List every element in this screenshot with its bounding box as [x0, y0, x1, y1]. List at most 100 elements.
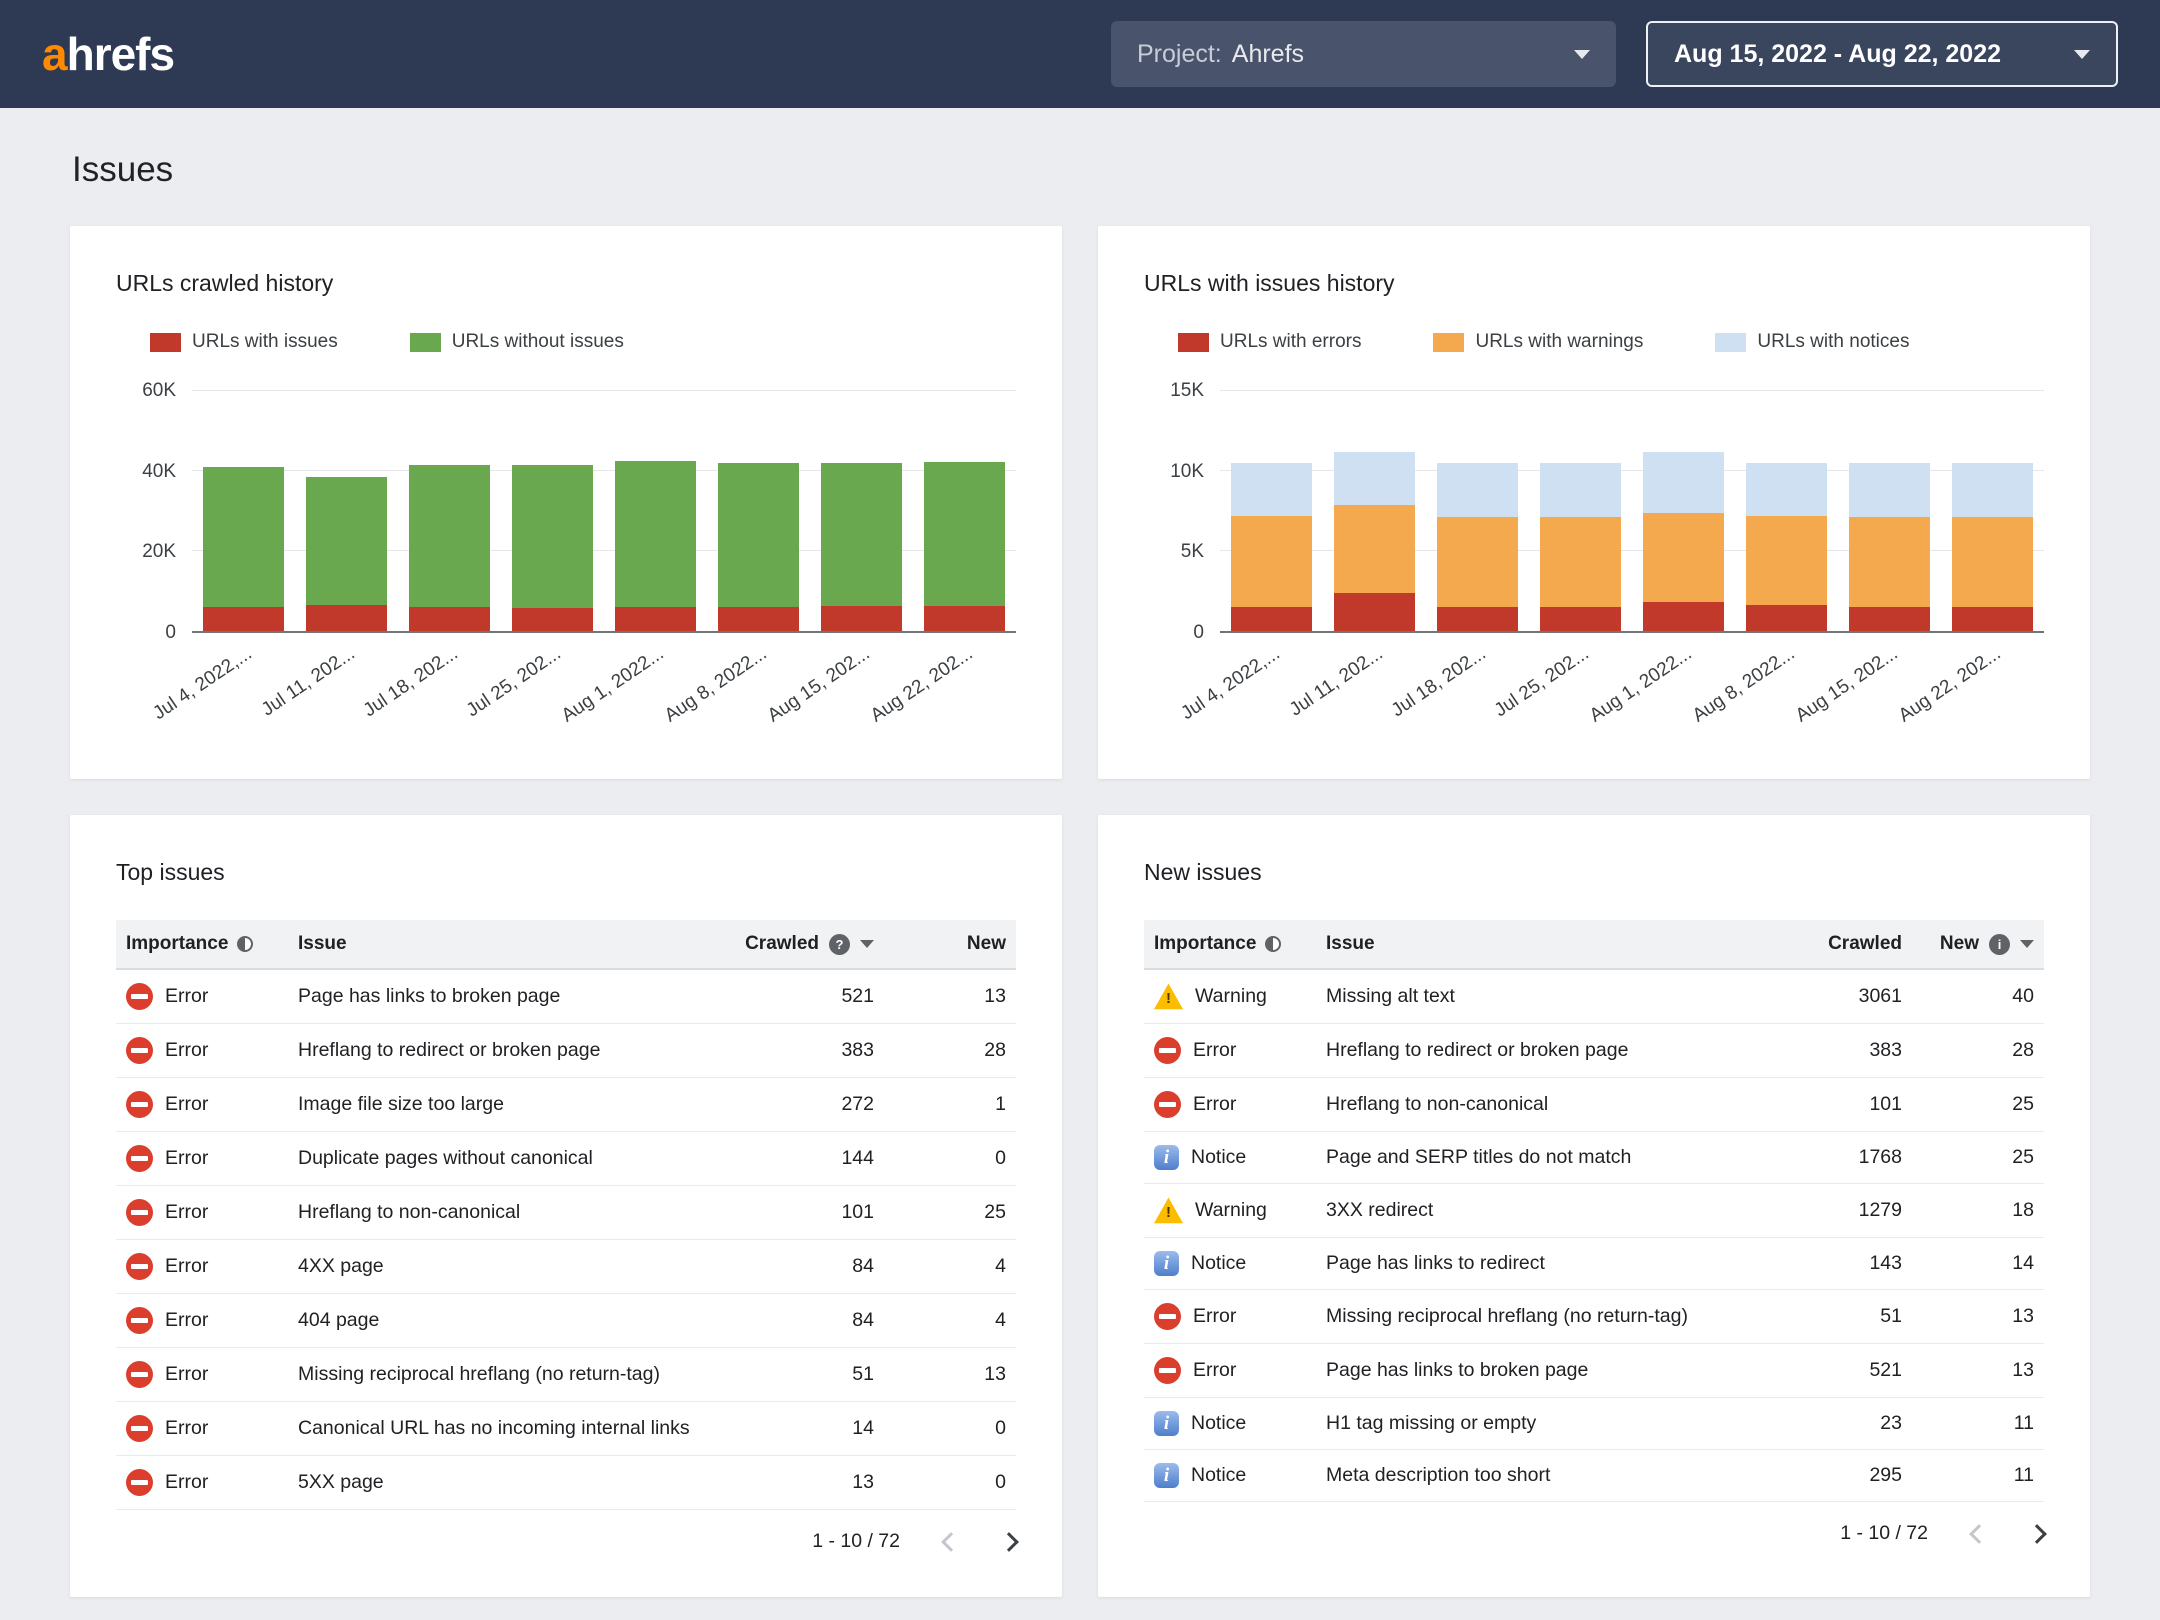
issue-cell: Missing reciprocal hreflang (no return-t…: [288, 1347, 719, 1402]
importance-wrap: i Notice: [1154, 1411, 1306, 1436]
issues-table: Importance Issue Crawled New i! Warning Missin…: [1144, 920, 2044, 1502]
new-cell: 0: [884, 1131, 1016, 1186]
x-axis-tick-label: Aug 1, 2022...: [557, 643, 668, 727]
table-row: Error Page has links to broken page 521 13: [116, 969, 1016, 1024]
previous-page-icon[interactable]: [941, 1531, 961, 1552]
info-icon[interactable]: i: [1989, 933, 2010, 955]
pagination-range-label: 1 - 10 / 72: [812, 1530, 900, 1552]
stacked-bar: [203, 391, 284, 631]
importance-label: Error: [165, 1471, 209, 1493]
project-selector[interactable]: Project: Ahrefs: [1111, 21, 1616, 87]
error-icon: [126, 1361, 153, 1388]
importance-cell: Error: [116, 1185, 288, 1240]
urls-with-issues-segment: [512, 607, 593, 631]
urls-with-warnings-segment: [1643, 512, 1724, 603]
crawled-cell: 84: [719, 1239, 884, 1294]
importance-wrap: Error: [126, 983, 278, 1010]
crawled-cell: 143: [1747, 1237, 1912, 1290]
importance-label: Warning: [1195, 1199, 1267, 1221]
column-header-new[interactable]: New: [884, 920, 1016, 970]
bar-slot: [1529, 391, 1632, 631]
top-issues-table: Importance Issue Crawled? New Error Page has …: [116, 920, 1019, 1553]
table-row: Error Canonical URL has no incoming inter…: [116, 1401, 1016, 1456]
column-header-issue[interactable]: Issue: [1316, 920, 1747, 970]
column-header-label: Crawled: [745, 933, 819, 954]
previous-page-icon[interactable]: [1969, 1523, 1989, 1544]
column-header-new[interactable]: New i: [1912, 920, 2044, 970]
importance-wrap: Error: [126, 1199, 278, 1226]
importance-cell: Error: [116, 1077, 288, 1132]
chart-title: URLs crawled history: [116, 270, 334, 296]
stacked-bar: [1334, 391, 1415, 631]
date-range-selector[interactable]: Aug 15, 2022 - Aug 22, 2022: [1646, 21, 2118, 87]
y-axis-tick-label: 20K: [142, 541, 176, 563]
legend-label: URLs with warnings: [1475, 331, 1644, 352]
chart-legend: URLs with errors URLs with warnings URLs w…: [1178, 331, 2044, 353]
next-page-icon[interactable]: [2027, 1523, 2047, 1544]
table-row: Error 4XX page 84 4: [116, 1239, 1016, 1294]
next-page-icon[interactable]: [999, 1531, 1019, 1552]
table-row: Error 404 page 84 4: [116, 1293, 1016, 1348]
charts-row: URLs crawled history URLs with issues URL…: [70, 226, 2090, 779]
column-header-crawled[interactable]: Crawled: [1747, 920, 1912, 970]
pagination: 1 - 10 / 72: [1144, 1522, 2047, 1545]
help-icon[interactable]: ?: [829, 933, 850, 955]
table-row: i Notice Page and SERP titles do not match…: [1144, 1131, 2044, 1184]
error-icon-bar: [131, 1318, 148, 1323]
issue-cell: Meta description too short: [1316, 1449, 1747, 1502]
top-navbar: ahrefs Project: Ahrefs Aug 15, 2022 - Au…: [0, 0, 2160, 108]
importance-wrap: Error: [126, 1253, 278, 1280]
importance-wrap: i Notice: [1154, 1463, 1306, 1488]
table-row: Error 5XX page 13 0: [116, 1455, 1016, 1510]
ahrefs-logo: ahrefs: [42, 27, 175, 81]
column-header-importance[interactable]: Importance: [116, 920, 288, 970]
column-header-issue[interactable]: Issue: [288, 920, 719, 970]
y-axis-tick-label: 40K: [142, 460, 176, 482]
plot: [192, 390, 1016, 633]
column-header-crawled[interactable]: Crawled?: [719, 920, 884, 970]
urls-with-errors-segment: [1952, 607, 2033, 631]
urls-with-errors-segment: [1849, 607, 1930, 631]
new-issues-card: New issues Importance Issue Crawled New i! Wa…: [1098, 815, 2090, 1597]
sort-caret-icon[interactable]: [2020, 940, 2034, 948]
date-range-value: Aug 15, 2022 - Aug 22, 2022: [1674, 39, 2002, 68]
importance-wrap: Error: [1154, 1091, 1306, 1118]
logo-letter-a: a: [42, 28, 68, 80]
table-body: Error Page has links to broken page 521 13 E…: [116, 969, 1016, 1510]
error-icon: [1154, 1037, 1181, 1064]
importance-help-icon[interactable]: [237, 936, 254, 952]
importance-wrap: Error: [126, 1145, 278, 1172]
y-axis: 0 20K 40K 60K: [116, 380, 192, 643]
table-header-row: Importance Issue Crawled? New: [116, 920, 1016, 970]
urls-with-warnings-segment: [1437, 517, 1518, 607]
x-axis-tick-label: Aug 22, 202...: [866, 643, 977, 727]
importance-cell: Error: [1144, 1077, 1316, 1132]
bar-slot: [604, 391, 707, 631]
bar-slot: [192, 391, 295, 631]
column-header-importance[interactable]: Importance: [1144, 920, 1316, 970]
urls-with-errors-segment: [1334, 592, 1415, 631]
error-icon: [1154, 1091, 1181, 1118]
importance-label: Error: [165, 1309, 209, 1331]
importance-label: Warning: [1195, 985, 1267, 1007]
urls-with-notices-segment: [1643, 451, 1724, 513]
table-row: Error Hreflang to non-canonical 101 25: [116, 1185, 1016, 1240]
issue-cell: 4XX page: [288, 1239, 719, 1294]
table-row: i Notice Meta description too short 295 11: [1144, 1449, 2044, 1502]
pagination-range-label: 1 - 10 / 72: [1840, 1522, 1928, 1544]
error-icon-bar: [131, 1480, 148, 1485]
importance-cell: Error: [116, 1239, 288, 1294]
importance-wrap: Error: [126, 1091, 278, 1118]
y-axis-tick-label: 10K: [1170, 460, 1204, 482]
importance-wrap: Error: [126, 1307, 278, 1334]
new-cell: 25: [1912, 1131, 2044, 1184]
urls-with-notices-segment: [1952, 463, 2033, 518]
sort-caret-icon[interactable]: [860, 940, 874, 948]
error-icon-bar: [131, 1156, 148, 1161]
importance-help-icon[interactable]: [1265, 936, 1282, 952]
legend-swatch: [1178, 332, 1209, 352]
error-icon-bar: [131, 1426, 148, 1431]
importance-cell: Error: [116, 969, 288, 1024]
bar-slot: [810, 391, 913, 631]
importance-wrap: Error: [126, 1415, 278, 1442]
